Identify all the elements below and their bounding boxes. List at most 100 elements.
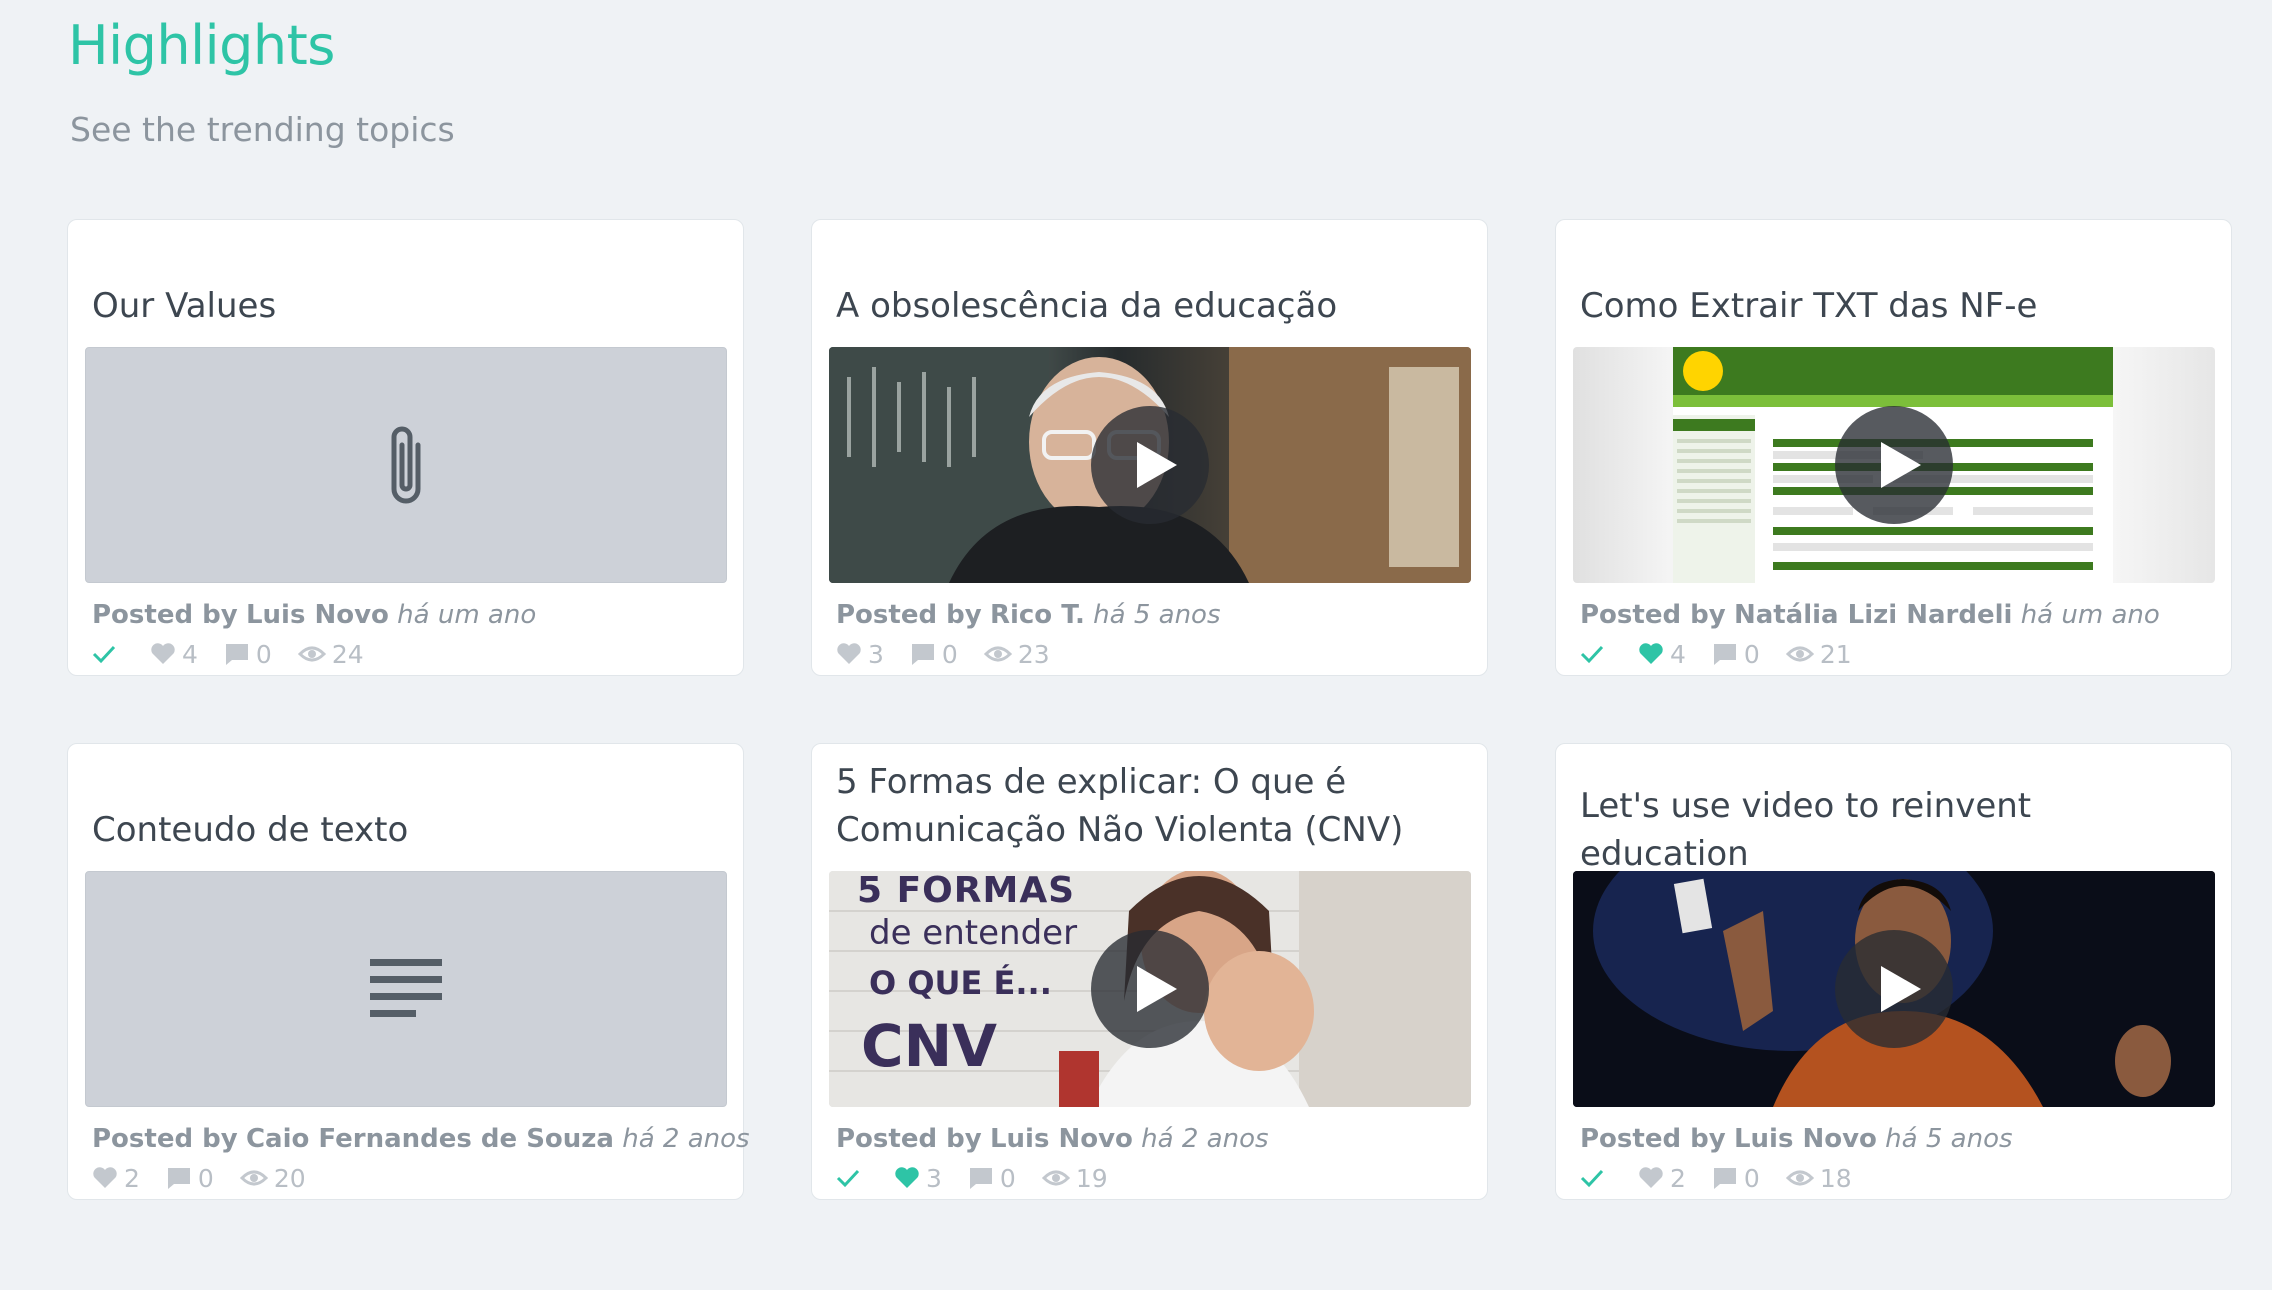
- comment-icon: [969, 1168, 992, 1189]
- video-thumbnail[interactable]: [1573, 347, 2215, 583]
- eye-icon: [1041, 1170, 1070, 1186]
- likes-count: 2: [124, 1163, 140, 1193]
- likes-count: 4: [1670, 639, 1686, 669]
- views-count: 19: [1075, 1163, 1108, 1193]
- eye-icon: [1785, 646, 1814, 662]
- post-byline: Posted by Natália Lizi Nardeli há um ano: [1580, 600, 2160, 630]
- video-thumbnail[interactable]: 5 FORMAS de entender O QUE É... CNV: [829, 871, 1471, 1107]
- post-byline: Posted by Luis Novo há 2 anos: [836, 1124, 1269, 1154]
- heart-icon: [93, 1167, 117, 1188]
- posted-by-label: Posted by: [836, 1124, 982, 1154]
- comment-icon: [167, 1168, 190, 1189]
- highlight-card[interactable]: Conteudo de texto Posted by Caio Fernand…: [67, 743, 750, 1200]
- card-title[interactable]: 5 Formas de explicar: O que é Comunicaçã…: [836, 758, 1463, 854]
- view-stat: 21: [1785, 639, 1852, 669]
- post-stats: 2 0 20: [92, 1162, 332, 1194]
- play-button[interactable]: [1835, 406, 1953, 524]
- post-byline: Posted by Luis Novo há um ano: [92, 600, 536, 630]
- posted-by-label: Posted by: [836, 600, 982, 630]
- comment-stat[interactable]: 0: [968, 1164, 1016, 1193]
- eye-icon: [1785, 1170, 1814, 1186]
- paperclip-icon: [391, 426, 421, 504]
- eye-icon: [983, 646, 1012, 662]
- video-thumbnail[interactable]: [1573, 871, 2215, 1107]
- eye-icon: [297, 646, 326, 662]
- post-stats: 3 0 23: [836, 638, 1076, 670]
- comment-stat[interactable]: 0: [224, 640, 272, 669]
- time-ago: há um ano: [2020, 600, 2160, 630]
- heart-icon: [1639, 643, 1663, 664]
- highlight-card[interactable]: A obsolescência da educação Posted by Ri…: [811, 219, 1488, 676]
- comment-stat[interactable]: 0: [1712, 640, 1760, 669]
- text-lines-icon: [370, 959, 442, 1017]
- play-button[interactable]: [1091, 406, 1209, 524]
- attachment-placeholder[interactable]: [85, 347, 727, 583]
- author-name[interactable]: Luis Novo: [1734, 1124, 1877, 1154]
- heart-icon: [151, 643, 175, 664]
- thumbnail-caption: de entender: [869, 913, 1078, 953]
- author-name[interactable]: Natália Lizi Nardeli: [1734, 600, 2012, 630]
- comment-stat[interactable]: 0: [910, 640, 958, 669]
- time-ago: há 5 anos: [1093, 600, 1221, 630]
- like-stat[interactable]: 2: [92, 1164, 140, 1193]
- text-placeholder[interactable]: [85, 871, 727, 1107]
- posted-by-label: Posted by: [92, 1124, 238, 1154]
- thumbnail-caption: 5 FORMAS: [857, 871, 1076, 911]
- time-ago: há 5 anos: [1885, 1124, 2013, 1154]
- post-byline: Posted by Caio Fernandes de Souza há 2 a…: [92, 1124, 750, 1154]
- card-title[interactable]: A obsolescência da educação: [836, 258, 1463, 354]
- comment-icon: [1713, 1168, 1736, 1189]
- likes-count: 3: [926, 1163, 942, 1193]
- like-stat[interactable]: 3: [836, 640, 884, 669]
- card-title[interactable]: Como Extrair TXT das NF-e: [1580, 258, 2207, 354]
- highlight-card[interactable]: Let's use video to reinvent education Po…: [1555, 743, 2232, 1200]
- post-byline: Posted by Rico T. há 5 anos: [836, 600, 1221, 630]
- views-count: 21: [1819, 639, 1852, 669]
- comments-count: 0: [941, 639, 958, 669]
- view-stat: 23: [983, 640, 1050, 669]
- likes-count: 4: [182, 639, 198, 669]
- card-title[interactable]: Our Values: [92, 258, 719, 354]
- posted-by-label: Posted by: [92, 600, 238, 630]
- highlight-card[interactable]: Como Extrair TXT das NF-e Posted by Natá…: [1555, 219, 2232, 676]
- view-stat: 18: [1785, 1164, 1852, 1193]
- play-button[interactable]: [1835, 930, 1953, 1048]
- like-stat[interactable]: 3: [894, 1164, 942, 1193]
- view-stat: 19: [1041, 1163, 1108, 1193]
- highlight-card[interactable]: Our Values Posted by Luis Novo há um ano…: [67, 219, 744, 676]
- posted-by-label: Posted by: [1580, 600, 1726, 630]
- heart-icon: [837, 643, 861, 664]
- heart-icon: [1639, 1167, 1663, 1188]
- page-title: Highlights: [68, 14, 335, 77]
- author-name[interactable]: Luis Novo: [246, 600, 389, 630]
- comment-icon: [1713, 644, 1736, 665]
- time-ago: há um ano: [397, 600, 537, 630]
- author-name[interactable]: Luis Novo: [990, 1124, 1133, 1154]
- play-button[interactable]: [1091, 930, 1209, 1048]
- thumbnail-caption: O QUE É...: [869, 964, 1052, 1002]
- comments-count: 0: [255, 639, 272, 669]
- like-stat[interactable]: 2: [1638, 1164, 1686, 1193]
- video-thumbnail[interactable]: [829, 347, 1471, 583]
- heart-icon: [895, 1167, 919, 1188]
- card-title[interactable]: Conteudo de texto: [92, 782, 719, 878]
- likes-count: 2: [1670, 1163, 1686, 1193]
- comment-stat[interactable]: 0: [1712, 1164, 1760, 1193]
- author-name[interactable]: Caio Fernandes de Souza: [246, 1124, 614, 1154]
- time-ago: há 2 anos: [622, 1124, 750, 1154]
- posted-by-label: Posted by: [1580, 1124, 1726, 1154]
- check-icon: [1580, 645, 1604, 664]
- comments-count: 0: [1743, 1163, 1760, 1193]
- comment-icon: [225, 644, 248, 665]
- comment-stat[interactable]: 0: [166, 1164, 214, 1193]
- highlight-card[interactable]: 5 Formas de explicar: O que é Comunicaçã…: [811, 743, 1488, 1200]
- author-name[interactable]: Rico T.: [990, 600, 1085, 630]
- card-title[interactable]: Let's use video to reinvent education: [1580, 782, 2207, 878]
- view-stat: 24: [297, 640, 364, 669]
- check-icon: [1580, 1169, 1604, 1188]
- post-stats: 3 0 19: [836, 1162, 1134, 1194]
- like-stat[interactable]: 4: [150, 640, 198, 669]
- comments-count: 0: [197, 1163, 214, 1193]
- like-stat[interactable]: 4: [1638, 640, 1686, 669]
- post-stats: 4 0 24: [92, 638, 390, 670]
